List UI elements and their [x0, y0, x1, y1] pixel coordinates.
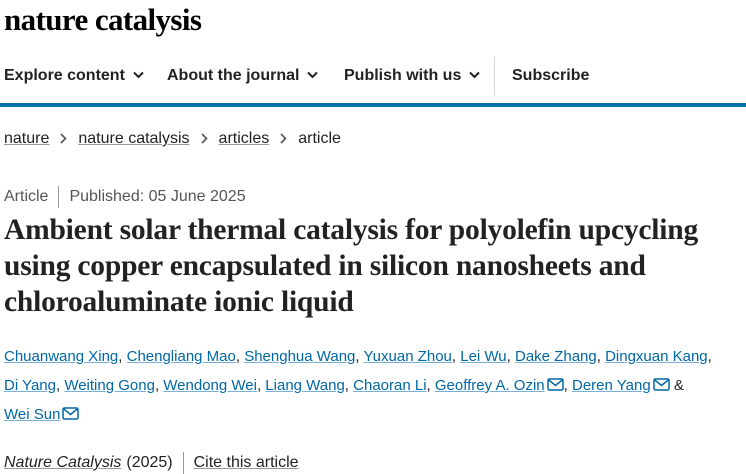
author-link[interactable]: Yuxuan Zhou: [363, 348, 451, 365]
main-nav: Explore content About the journal Publis…: [0, 56, 746, 107]
citation-line: Nature Catalysis (2025) Cite this articl…: [4, 452, 299, 474]
nav-about-journal-label: About the journal: [167, 67, 300, 84]
site-logo[interactable]: nature catalysis: [4, 2, 202, 38]
chevron-down-icon: [469, 71, 481, 79]
article-meta: Article Published: 05 June 2025: [4, 186, 246, 208]
author-link[interactable]: Shenghua Wang: [244, 348, 355, 365]
author-list: Chuanwang Xing, Chengliang Mao, Shenghua…: [4, 348, 712, 423]
chevron-right-icon: [280, 132, 287, 147]
breadcrumb-current: article: [298, 130, 341, 147]
published-date: Published: 05 June 2025: [69, 188, 246, 205]
author-link[interactable]: Dake Zhang: [515, 348, 597, 365]
author-link-corresponding[interactable]: Geoffrey A. Ozin: [435, 377, 564, 394]
chevron-right-icon: [200, 132, 208, 147]
meta-divider: [58, 186, 60, 208]
chevron-down-icon: [133, 71, 144, 79]
chevron-right-icon: [60, 132, 68, 147]
article-title: Ambient solar thermal catalysis for poly…: [4, 214, 699, 318]
author-name: Geoffrey A. Ozin: [434, 377, 545, 394]
publication-year: (2025): [126, 454, 173, 471]
nav-explore-content-label: Explore content: [4, 67, 125, 84]
nav-publish-with-us-label: Publish with us: [344, 67, 462, 84]
nav-about-journal[interactable]: About the journal: [167, 56, 319, 96]
nav-divider: [494, 57, 495, 95]
envelope-icon: [652, 378, 670, 391]
author-link-corresponding[interactable]: Deren Yang: [572, 377, 670, 394]
author-link[interactable]: Chuanwang Xing: [4, 348, 118, 365]
nav-explore-content[interactable]: Explore content: [4, 56, 144, 96]
author-name: Wei Sun: [4, 406, 61, 423]
nav-subscribe-label: Subscribe: [512, 67, 590, 84]
author-link-corresponding[interactable]: Wei Sun: [4, 406, 80, 423]
envelope-icon: [62, 407, 80, 420]
breadcrumb-articles[interactable]: articles: [219, 130, 270, 148]
author-link[interactable]: Chengliang Mao: [127, 348, 236, 365]
author-link[interactable]: Di Yang: [4, 377, 56, 394]
cite-divider: [182, 452, 184, 474]
breadcrumb: nature nature catalysis articles article: [4, 130, 341, 148]
envelope-icon: [546, 378, 564, 391]
author-name: Deren Yang: [572, 377, 651, 394]
breadcrumb-nature[interactable]: nature: [4, 130, 49, 148]
nav-publish-with-us[interactable]: Publish with us: [344, 56, 481, 96]
article-type: Article: [4, 188, 49, 205]
author-and: &: [673, 377, 684, 394]
author-link[interactable]: Weiting Gong: [64, 377, 155, 394]
chevron-down-icon: [307, 71, 319, 79]
author-link[interactable]: Liang Wang: [265, 377, 345, 394]
nav-subscribe[interactable]: Subscribe: [512, 56, 589, 96]
author-link[interactable]: Wendong Wei: [163, 377, 257, 394]
author-link[interactable]: Chaoran Li: [353, 377, 426, 394]
author-link[interactable]: Dingxuan Kang: [605, 348, 708, 365]
cite-this-article-link[interactable]: Cite this article: [194, 454, 299, 472]
author-link[interactable]: Lei Wu: [460, 348, 506, 365]
journal-link[interactable]: Nature Catalysis: [4, 454, 121, 472]
breadcrumb-nature-catalysis[interactable]: nature catalysis: [78, 130, 189, 148]
